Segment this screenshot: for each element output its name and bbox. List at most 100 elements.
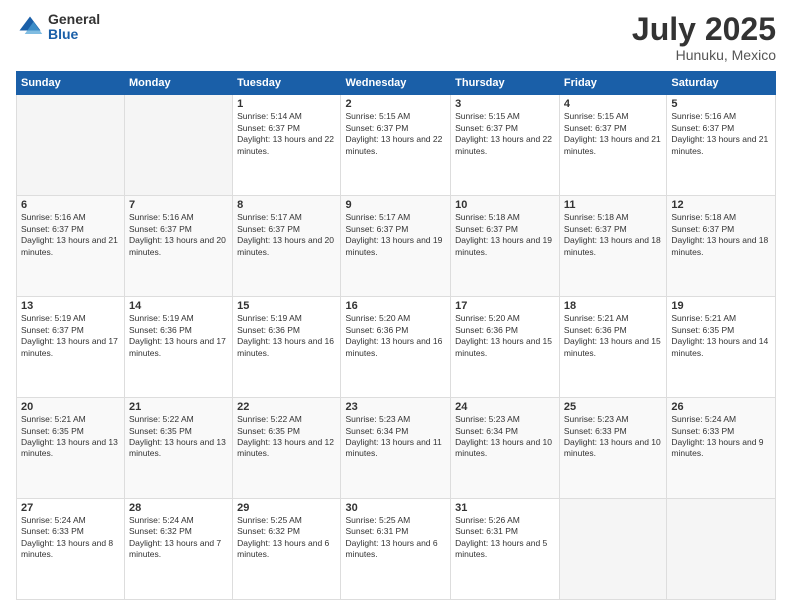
day-info: Sunrise: 5:19 AM Sunset: 6:36 PM Dayligh… (129, 313, 228, 359)
calendar-cell: 14Sunrise: 5:19 AM Sunset: 6:36 PM Dayli… (125, 297, 233, 398)
day-info: Sunrise: 5:16 AM Sunset: 6:37 PM Dayligh… (21, 212, 120, 258)
day-info: Sunrise: 5:18 AM Sunset: 6:37 PM Dayligh… (455, 212, 555, 258)
day-number: 6 (21, 199, 120, 211)
day-info: Sunrise: 5:15 AM Sunset: 6:37 PM Dayligh… (564, 111, 662, 157)
day-number: 15 (237, 300, 336, 312)
calendar-cell: 31Sunrise: 5:26 AM Sunset: 6:31 PM Dayli… (451, 499, 560, 600)
day-number: 4 (564, 98, 662, 110)
day-info: Sunrise: 5:24 AM Sunset: 6:33 PM Dayligh… (21, 515, 120, 561)
day-info: Sunrise: 5:17 AM Sunset: 6:37 PM Dayligh… (345, 212, 446, 258)
month-title: July 2025 (632, 12, 776, 47)
day-info: Sunrise: 5:15 AM Sunset: 6:37 PM Dayligh… (455, 111, 555, 157)
calendar-cell: 22Sunrise: 5:22 AM Sunset: 6:35 PM Dayli… (233, 398, 341, 499)
day-number: 2 (345, 98, 446, 110)
calendar-cell: 26Sunrise: 5:24 AM Sunset: 6:33 PM Dayli… (667, 398, 776, 499)
day-info: Sunrise: 5:14 AM Sunset: 6:37 PM Dayligh… (237, 111, 336, 157)
header-row: SundayMondayTuesdayWednesdayThursdayFrid… (17, 72, 776, 95)
calendar-cell (125, 95, 233, 196)
calendar-cell: 3Sunrise: 5:15 AM Sunset: 6:37 PM Daylig… (451, 95, 560, 196)
day-info: Sunrise: 5:21 AM Sunset: 6:36 PM Dayligh… (564, 313, 662, 359)
calendar-week: 20Sunrise: 5:21 AM Sunset: 6:35 PM Dayli… (17, 398, 776, 499)
calendar-cell: 10Sunrise: 5:18 AM Sunset: 6:37 PM Dayli… (451, 196, 560, 297)
calendar-cell: 9Sunrise: 5:17 AM Sunset: 6:37 PM Daylig… (341, 196, 451, 297)
calendar-cell: 30Sunrise: 5:25 AM Sunset: 6:31 PM Dayli… (341, 499, 451, 600)
calendar-cell: 18Sunrise: 5:21 AM Sunset: 6:36 PM Dayli… (559, 297, 666, 398)
day-number: 10 (455, 199, 555, 211)
day-info: Sunrise: 5:19 AM Sunset: 6:37 PM Dayligh… (21, 313, 120, 359)
calendar-cell: 20Sunrise: 5:21 AM Sunset: 6:35 PM Dayli… (17, 398, 125, 499)
day-info: Sunrise: 5:16 AM Sunset: 6:37 PM Dayligh… (129, 212, 228, 258)
day-number: 25 (564, 401, 662, 413)
day-number: 18 (564, 300, 662, 312)
calendar-cell: 15Sunrise: 5:19 AM Sunset: 6:36 PM Dayli… (233, 297, 341, 398)
logo-text: General Blue (48, 12, 100, 43)
day-number: 29 (237, 502, 336, 514)
day-info: Sunrise: 5:23 AM Sunset: 6:34 PM Dayligh… (345, 414, 446, 460)
calendar-week: 27Sunrise: 5:24 AM Sunset: 6:33 PM Dayli… (17, 499, 776, 600)
calendar-cell: 7Sunrise: 5:16 AM Sunset: 6:37 PM Daylig… (125, 196, 233, 297)
header-cell: Thursday (451, 72, 560, 95)
day-info: Sunrise: 5:26 AM Sunset: 6:31 PM Dayligh… (455, 515, 555, 561)
calendar-cell: 8Sunrise: 5:17 AM Sunset: 6:37 PM Daylig… (233, 196, 341, 297)
calendar-week: 1Sunrise: 5:14 AM Sunset: 6:37 PM Daylig… (17, 95, 776, 196)
calendar-cell: 29Sunrise: 5:25 AM Sunset: 6:32 PM Dayli… (233, 499, 341, 600)
day-number: 9 (345, 199, 446, 211)
day-info: Sunrise: 5:21 AM Sunset: 6:35 PM Dayligh… (21, 414, 120, 460)
day-number: 28 (129, 502, 228, 514)
calendar-cell (667, 499, 776, 600)
day-number: 17 (455, 300, 555, 312)
day-info: Sunrise: 5:24 AM Sunset: 6:33 PM Dayligh… (671, 414, 771, 460)
logo-general: General (48, 12, 100, 27)
day-number: 20 (21, 401, 120, 413)
calendar-cell: 17Sunrise: 5:20 AM Sunset: 6:36 PM Dayli… (451, 297, 560, 398)
day-info: Sunrise: 5:22 AM Sunset: 6:35 PM Dayligh… (129, 414, 228, 460)
day-number: 1 (237, 98, 336, 110)
day-number: 14 (129, 300, 228, 312)
calendar-cell: 6Sunrise: 5:16 AM Sunset: 6:37 PM Daylig… (17, 196, 125, 297)
header: General Blue July 2025 Hunuku, Mexico (16, 12, 776, 63)
header-cell: Wednesday (341, 72, 451, 95)
calendar-cell: 13Sunrise: 5:19 AM Sunset: 6:37 PM Dayli… (17, 297, 125, 398)
day-number: 3 (455, 98, 555, 110)
day-info: Sunrise: 5:23 AM Sunset: 6:33 PM Dayligh… (564, 414, 662, 460)
calendar-cell: 5Sunrise: 5:16 AM Sunset: 6:37 PM Daylig… (667, 95, 776, 196)
calendar-week: 13Sunrise: 5:19 AM Sunset: 6:37 PM Dayli… (17, 297, 776, 398)
calendar-cell: 28Sunrise: 5:24 AM Sunset: 6:32 PM Dayli… (125, 499, 233, 600)
calendar-cell: 23Sunrise: 5:23 AM Sunset: 6:34 PM Dayli… (341, 398, 451, 499)
calendar-cell: 11Sunrise: 5:18 AM Sunset: 6:37 PM Dayli… (559, 196, 666, 297)
day-number: 13 (21, 300, 120, 312)
calendar-cell: 24Sunrise: 5:23 AM Sunset: 6:34 PM Dayli… (451, 398, 560, 499)
calendar-cell: 21Sunrise: 5:22 AM Sunset: 6:35 PM Dayli… (125, 398, 233, 499)
calendar-week: 6Sunrise: 5:16 AM Sunset: 6:37 PM Daylig… (17, 196, 776, 297)
logo-blue: Blue (48, 27, 100, 42)
calendar-cell: 16Sunrise: 5:20 AM Sunset: 6:36 PM Dayli… (341, 297, 451, 398)
day-info: Sunrise: 5:16 AM Sunset: 6:37 PM Dayligh… (671, 111, 771, 157)
day-info: Sunrise: 5:20 AM Sunset: 6:36 PM Dayligh… (455, 313, 555, 359)
day-number: 21 (129, 401, 228, 413)
calendar-cell (17, 95, 125, 196)
header-cell: Sunday (17, 72, 125, 95)
day-info: Sunrise: 5:15 AM Sunset: 6:37 PM Dayligh… (345, 111, 446, 157)
day-number: 16 (345, 300, 446, 312)
day-info: Sunrise: 5:25 AM Sunset: 6:32 PM Dayligh… (237, 515, 336, 561)
day-info: Sunrise: 5:20 AM Sunset: 6:36 PM Dayligh… (345, 313, 446, 359)
day-number: 31 (455, 502, 555, 514)
calendar-cell: 27Sunrise: 5:24 AM Sunset: 6:33 PM Dayli… (17, 499, 125, 600)
calendar-cell: 1Sunrise: 5:14 AM Sunset: 6:37 PM Daylig… (233, 95, 341, 196)
header-cell: Monday (125, 72, 233, 95)
day-info: Sunrise: 5:24 AM Sunset: 6:32 PM Dayligh… (129, 515, 228, 561)
day-info: Sunrise: 5:21 AM Sunset: 6:35 PM Dayligh… (671, 313, 771, 359)
calendar-cell: 4Sunrise: 5:15 AM Sunset: 6:37 PM Daylig… (559, 95, 666, 196)
day-number: 19 (671, 300, 771, 312)
day-number: 11 (564, 199, 662, 211)
day-number: 23 (345, 401, 446, 413)
day-info: Sunrise: 5:22 AM Sunset: 6:35 PM Dayligh… (237, 414, 336, 460)
day-number: 27 (21, 502, 120, 514)
day-info: Sunrise: 5:19 AM Sunset: 6:36 PM Dayligh… (237, 313, 336, 359)
page: General Blue July 2025 Hunuku, Mexico Su… (0, 0, 792, 612)
day-info: Sunrise: 5:25 AM Sunset: 6:31 PM Dayligh… (345, 515, 446, 561)
header-cell: Tuesday (233, 72, 341, 95)
day-number: 24 (455, 401, 555, 413)
day-info: Sunrise: 5:17 AM Sunset: 6:37 PM Dayligh… (237, 212, 336, 258)
calendar-cell: 19Sunrise: 5:21 AM Sunset: 6:35 PM Dayli… (667, 297, 776, 398)
